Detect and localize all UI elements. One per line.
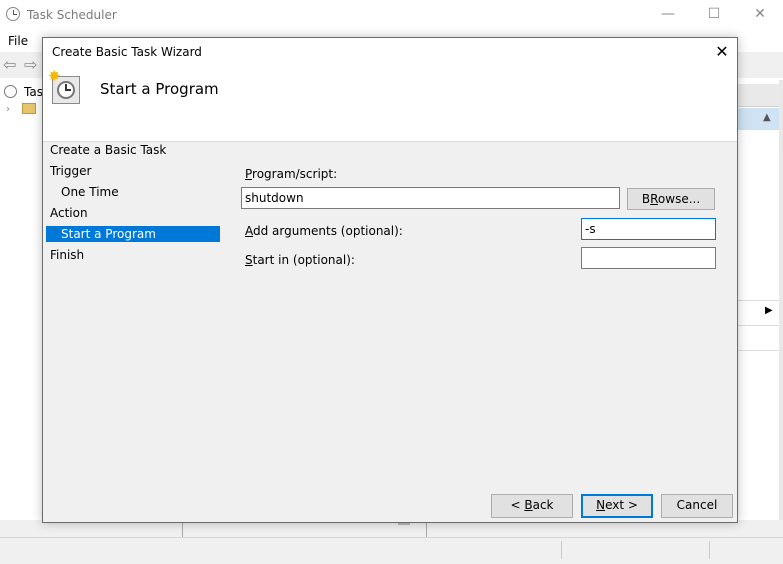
program-script-label: Program/script: [245,167,337,181]
divider [737,350,783,351]
wizard-header [43,66,737,142]
step-one-time[interactable]: One Time [61,185,119,199]
start-in-label: Start in (optional): [245,253,355,267]
label-text: < [510,498,525,512]
step-start-a-program[interactable]: Start a Program [46,226,220,242]
label-text: ext > [605,498,638,512]
back-arrow-icon[interactable]: ⇦ [3,57,16,73]
actions-pane-header [737,84,783,107]
clock-icon [4,85,17,98]
maximize-icon[interactable]: ☐ [691,0,737,30]
label-text: owse... [657,192,701,206]
page-title: Start a Program [100,80,219,98]
access-key: P [245,167,253,181]
label-text: B [641,192,651,206]
step-create-basic-task[interactable]: Create a Basic Task [50,143,166,157]
divider [737,300,783,301]
divider [561,541,562,559]
step-finish[interactable]: Finish [50,248,84,262]
cancel-button[interactable]: Cancel [661,494,733,518]
scrollbar[interactable] [779,80,783,535]
actions-pane [737,80,783,535]
folder-icon[interactable] [22,103,36,114]
access-key: R [650,192,658,206]
forward-arrow-icon[interactable]: ⇨ [24,57,37,73]
chevron-right-icon[interactable]: › [6,104,10,115]
menu-file[interactable]: File [8,34,28,48]
step-label: Start a Program [61,227,156,241]
browse-button[interactable]: BRowse... [627,188,715,210]
access-key: B [524,498,533,512]
label-text: tart in (optional): [252,253,355,267]
status-bar [0,537,783,564]
divider [737,325,783,326]
access-key: N [596,498,606,512]
back-button[interactable]: < Back [491,494,573,518]
clock-icon [6,7,20,21]
label-text: rogram/script: [252,167,338,181]
close-icon[interactable]: ✕ [708,38,736,66]
collapse-up-icon[interactable]: ▲ [763,112,771,123]
program-script-input[interactable]: shutdown [241,187,620,209]
next-button[interactable]: Next > [581,494,653,518]
arguments-input[interactable]: -s [581,218,716,240]
tree-item-task-scheduler[interactable]: Task [2,84,50,100]
step-action[interactable]: Action [50,206,88,220]
actions-pane-selected-item[interactable] [737,108,779,130]
label-text: dd arguments (optional): [253,224,403,238]
chevron-right-icon[interactable]: ▶ [765,305,773,316]
task-wizard-icon: ✸ [48,69,82,106]
divider [709,541,710,559]
access-key: A [245,224,253,238]
dialog-title: Create Basic Task Wizard [52,45,202,59]
minimize-icon[interactable]: — [645,0,691,30]
arguments-label: Add arguments (optional): [245,224,403,238]
access-key: S [245,253,253,267]
label-text: ack [532,498,554,512]
step-trigger[interactable]: Trigger [50,164,91,178]
background-window-title: Task Scheduler [27,8,117,22]
close-icon[interactable]: ✕ [737,0,783,30]
start-in-input[interactable] [581,247,716,269]
